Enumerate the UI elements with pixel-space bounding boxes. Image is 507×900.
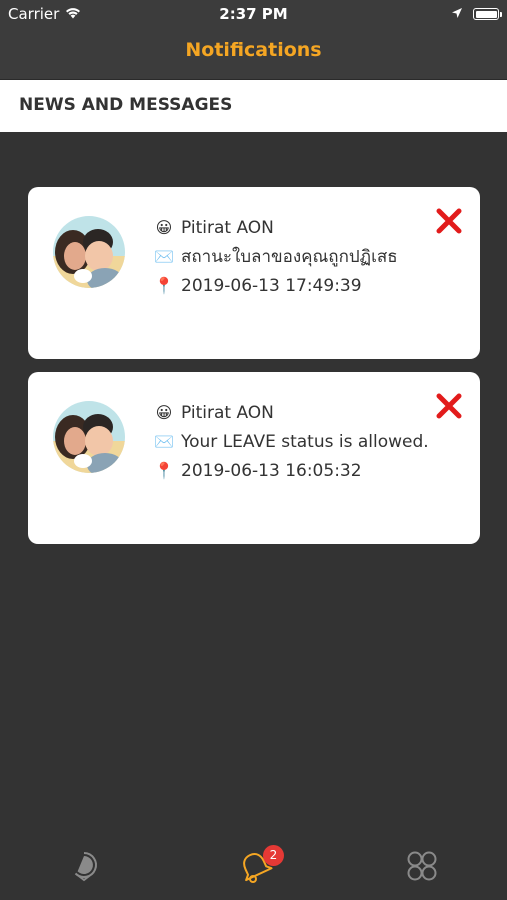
pin-icon: 📍 [154,276,174,295]
tab-home[interactable] [64,846,104,886]
avatar [53,401,125,473]
grinning-face-icon: 😀 [155,218,173,237]
grid-icon [407,851,437,881]
envelope-icon: ✉️ [154,247,174,266]
section-title: NEWS AND MESSAGES [19,95,233,115]
envelope-icon: ✉️ [154,432,174,451]
section-header: NEWS AND MESSAGES [0,80,507,132]
sender-name: Pitirat AON [181,402,274,423]
map-pin-icon [74,852,97,882]
close-icon [436,393,462,419]
notification-card[interactable]: 😀 Pitirat AON ✉️ สถานะใบลาของคุณถูกปฏิเส… [28,187,480,359]
notification-card[interactable]: 😀 Pitirat AON ✉️ Your LEAVE status is al… [28,372,480,544]
battery-icon [473,8,502,20]
clock: 2:37 PM [219,5,288,23]
sender-name: Pitirat AON [181,217,274,238]
pin-icon: 📍 [154,461,174,480]
notification-badge: 2 [263,845,284,866]
delete-button[interactable] [435,207,463,235]
navigation-bar: Notifications [0,28,507,80]
status-bar: Carrier 2:37 PM [0,0,507,28]
message-datetime: 2019-06-13 16:05:32 [181,460,362,481]
page-title: Notifications [185,39,322,61]
location-arrow-icon [451,5,463,23]
avatar [53,216,125,288]
tab-menu[interactable] [402,846,442,886]
delete-button[interactable] [435,392,463,420]
grinning-face-icon: 😀 [155,403,173,422]
tab-bar: 2 [0,838,507,900]
message-text: สถานะใบลาของคุณถูกปฏิเสธ [181,247,398,267]
message-text: Your LEAVE status is allowed. [181,431,429,452]
message-datetime: 2019-06-13 17:49:39 [181,275,362,296]
close-icon [436,208,462,234]
